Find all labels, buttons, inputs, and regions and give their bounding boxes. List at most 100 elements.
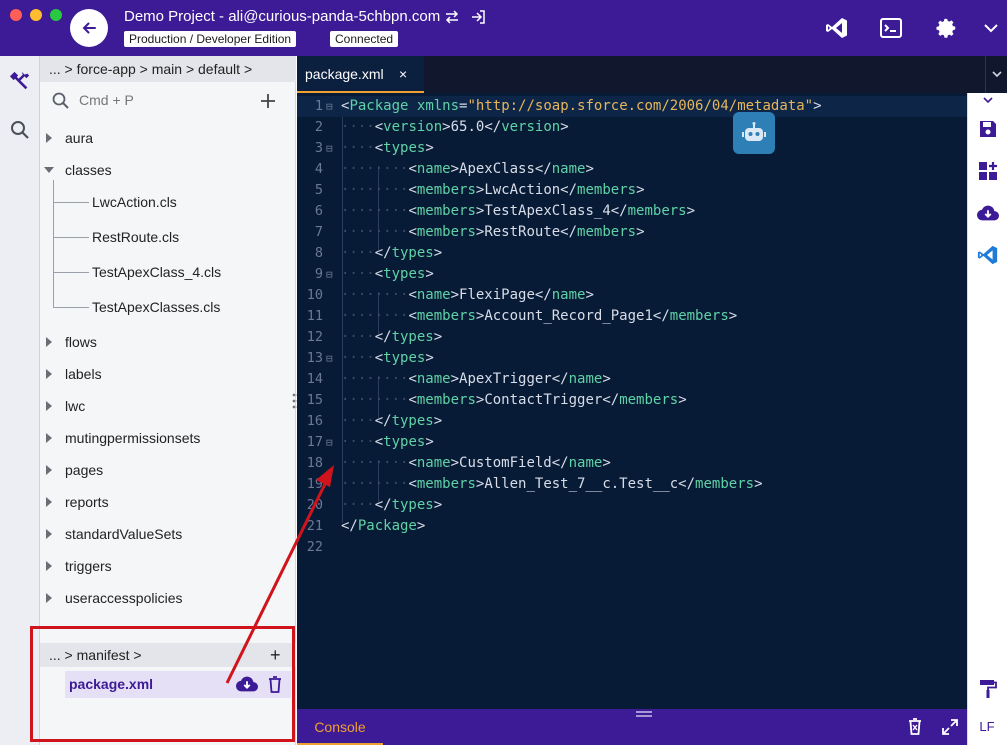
clear-console-icon[interactable] <box>908 718 922 735</box>
minimize-window-button[interactable] <box>30 9 42 21</box>
code-line[interactable]: 12 ····</types> <box>297 327 967 348</box>
search-input[interactable]: Cmd + P <box>79 92 134 108</box>
terminal-icon <box>880 18 902 38</box>
panel-resize-handle-icon[interactable] <box>636 711 652 717</box>
code-line[interactable]: 22 <box>297 537 967 558</box>
folder-label: labels <box>65 366 102 382</box>
terminal-button[interactable] <box>877 14 905 42</box>
code-line[interactable]: 3 ⊟ ····<types> <box>297 138 967 159</box>
code-line[interactable]: 13 ⊟ ····<types> <box>297 348 967 369</box>
login-icon[interactable] <box>470 9 486 25</box>
code-line[interactable]: 20 ····</types> <box>297 495 967 516</box>
code-line[interactable]: 4 ········<name>ApexClass</name> <box>297 159 967 180</box>
tree-file[interactable]: TestApexClass_4.cls <box>40 260 296 284</box>
code-line[interactable]: 21 </Package> <box>297 516 967 537</box>
caret-right-icon <box>46 593 52 603</box>
add-icon[interactable] <box>259 92 277 110</box>
code-line[interactable]: 6 ········<members>TestApexClass_4</membe… <box>297 201 967 222</box>
tab-overflow-button[interactable] <box>985 56 1007 93</box>
code-line[interactable]: 17 ⊟ ····<types> <box>297 432 967 453</box>
folder-label: classes <box>65 162 112 178</box>
tree-folder-labels[interactable]: labels <box>40 362 296 386</box>
menu-button[interactable] <box>977 14 1005 42</box>
caret-right-icon <box>46 369 52 379</box>
fold-icon[interactable]: ⊟ <box>326 96 333 117</box>
format-button[interactable] <box>976 677 1000 701</box>
vscode-icon <box>977 245 998 265</box>
zoom-window-button[interactable] <box>50 9 62 21</box>
code-line[interactable]: 2 ····<version>65.0</version> <box>297 117 967 138</box>
tab-label: package.xml <box>305 66 384 82</box>
title-bar: Demo Project - ali@curious-panda-5chbpn.… <box>0 0 1007 56</box>
bottom-panel-bar: Console <box>297 709 967 745</box>
tab-close-button[interactable]: × <box>399 56 407 92</box>
caret-right-icon <box>46 401 52 411</box>
open-in-vscode-button[interactable] <box>976 243 1000 267</box>
save-button[interactable] <box>976 117 1000 141</box>
tree-folder-aura[interactable]: aura <box>40 126 296 150</box>
tools-button[interactable] <box>8 69 32 93</box>
tree-folder-lwc[interactable]: lwc <box>40 394 296 418</box>
tab-console[interactable]: Console <box>297 709 383 745</box>
breadcrumb[interactable]: ... > force-app > main > default > <box>40 56 296 82</box>
retrieve-button[interactable] <box>976 201 1000 225</box>
search-panel-button[interactable] <box>8 118 32 142</box>
code-line[interactable]: 5 ········<members>LwcAction</members> <box>297 180 967 201</box>
line-number: 17 <box>306 434 323 450</box>
line-number: 12 <box>306 329 323 345</box>
code-line[interactable]: 19 ········<members>Allen_Test_7__c.Test_… <box>297 474 967 495</box>
code-text: ········<members>Account_Record_Page1</m… <box>341 308 738 324</box>
tree-file[interactable]: LwcAction.cls <box>40 190 296 214</box>
line-number: 11 <box>306 308 323 324</box>
tree-folder-pages[interactable]: pages <box>40 458 296 482</box>
code-line[interactable]: 14 ········<name>ApexTrigger</name> <box>297 369 967 390</box>
line-ending-indicator[interactable]: LF <box>967 709 1007 745</box>
code-line[interactable]: 11 ········<members>Account_Record_Page1<… <box>297 306 967 327</box>
chevron-down-icon[interactable] <box>983 97 993 104</box>
file-label: TestApexClass_4.cls <box>92 264 222 280</box>
expand-icon[interactable] <box>942 719 958 735</box>
swap-icon[interactable] <box>444 9 460 25</box>
tree-file[interactable]: RestRoute.cls <box>40 225 296 249</box>
code-line[interactable]: 8 ····</types> <box>297 243 967 264</box>
line-number: 6 <box>314 203 323 219</box>
add-component-button[interactable] <box>976 159 1000 183</box>
close-window-button[interactable] <box>10 9 22 21</box>
code-line[interactable]: 9 ⊟ ····<types> <box>297 264 967 285</box>
code-editor[interactable]: 1 ⊟ <Package xmlns="http://soap.sforce.com… <box>297 93 967 709</box>
tree-folder-reports[interactable]: reports <box>40 490 296 514</box>
code-line[interactable]: 7 ········<members>RestRoute</members> <box>297 222 967 243</box>
tree-folder-standardvaluesets[interactable]: standardValueSets <box>40 522 296 546</box>
status-badge: Connected <box>330 31 399 47</box>
tree-folder-classes[interactable]: classes <box>40 158 296 182</box>
settings-button[interactable] <box>933 14 961 42</box>
line-number: 21 <box>306 518 323 534</box>
fold-icon[interactable]: ⊟ <box>326 432 333 453</box>
chevron-down-icon <box>991 71 1002 78</box>
code-line[interactable]: 1 ⊟ <Package xmlns="http://soap.sforce.com… <box>297 96 967 117</box>
paint-roller-icon <box>980 680 997 698</box>
code-text: ········<name>FlexiPage</name> <box>341 287 594 303</box>
fold-icon[interactable]: ⊟ <box>326 264 333 285</box>
ai-assistant-button[interactable] <box>733 112 775 154</box>
code-line[interactable]: 10 ········<name>FlexiPage</name> <box>297 285 967 306</box>
fold-icon[interactable]: ⊟ <box>326 138 333 159</box>
back-button[interactable] <box>70 9 108 47</box>
tools-icon <box>9 71 30 90</box>
tab-package-xml[interactable]: package.xml × <box>297 56 424 93</box>
code-line[interactable]: 16 ····</types> <box>297 411 967 432</box>
code-line[interactable]: 15 ········<members>ContactTrigger</membe… <box>297 390 967 411</box>
code-text: ····<types> <box>341 434 434 450</box>
tree-folder-useraccesspolicies[interactable]: useraccesspolicies <box>40 586 296 610</box>
tree-folder-flows[interactable]: flows <box>40 330 296 354</box>
code-line[interactable]: 18 ········<name>CustomField</name> <box>297 453 967 474</box>
tree-folder-triggers[interactable]: triggers <box>40 554 296 578</box>
project-title: Demo Project - ali@curious-panda-5chbpn.… <box>124 8 441 25</box>
tree-folder-mutingpermissionsets[interactable]: mutingpermissionsets <box>40 426 296 450</box>
vscode-button[interactable] <box>823 14 851 42</box>
gear-icon <box>936 18 956 38</box>
code-text: ····</types> <box>341 245 443 261</box>
fold-icon[interactable]: ⊟ <box>326 348 333 369</box>
code-text: ····<types> <box>341 266 434 282</box>
tree-file[interactable]: TestApexClasses.cls <box>40 295 296 319</box>
